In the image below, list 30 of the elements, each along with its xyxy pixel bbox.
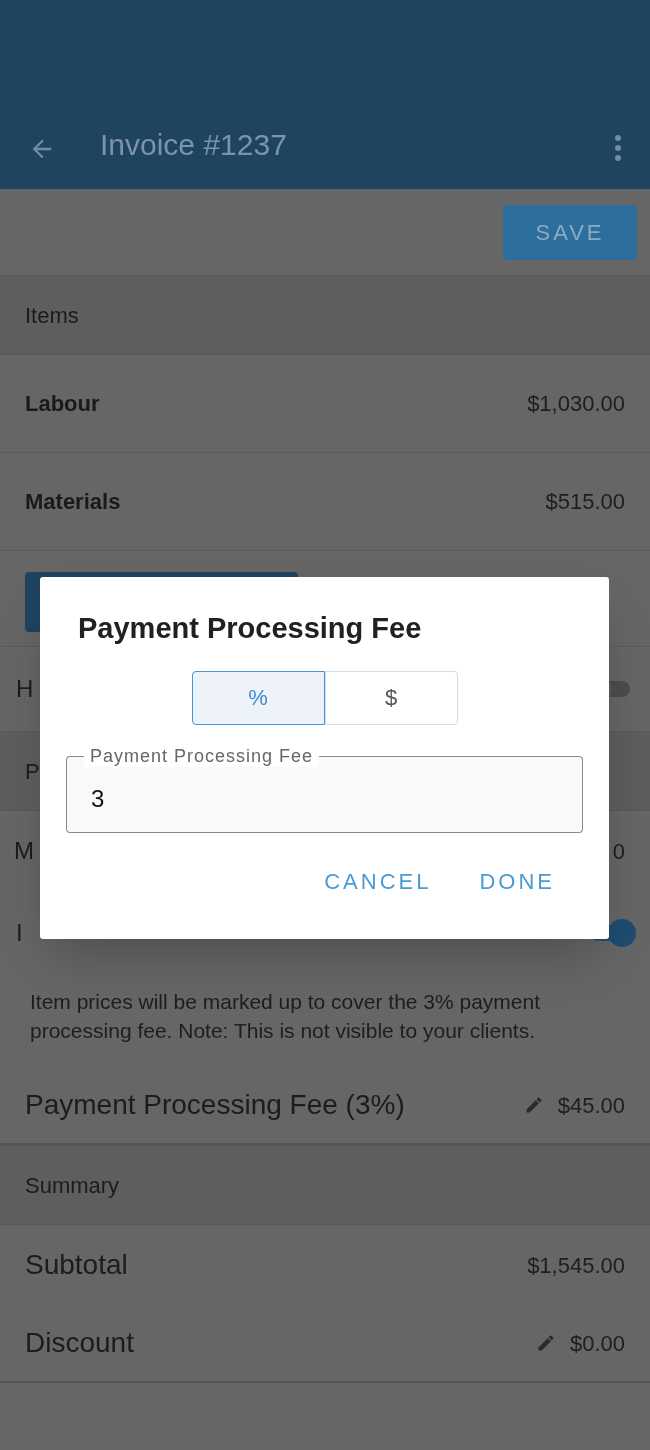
line-amount: $1,545.00: [527, 1251, 625, 1280]
item-price: $515.00: [545, 488, 625, 516]
section-title: Summary: [25, 1171, 120, 1200]
save-button[interactable]: SAVE: [503, 204, 637, 260]
field-label: Payment Processing Fee: [89, 744, 315, 767]
unit-toggle[interactable]: $: [324, 670, 458, 725]
setting-label: H: [16, 674, 34, 704]
line-amount: $45.00: [557, 1091, 625, 1120]
setting-label: I: [16, 918, 23, 948]
dialog-action[interactable]: DONE: [465, 858, 569, 904]
line-label: Discount: [25, 1326, 134, 1360]
field-value: 3: [91, 784, 105, 814]
note-text: Item prices will be marked up to cover the 3% payment processing fee. Note: This is not visible to your clients.: [30, 989, 542, 1044]
item-name: Materials: [25, 488, 121, 516]
line-amount: 0: [612, 837, 625, 866]
more-menu-icon[interactable]: [614, 135, 622, 161]
line-label: Payment Processing Fee (3%): [25, 1088, 405, 1122]
item-name: Labour: [25, 390, 100, 418]
line-amount: $0.00: [569, 1329, 625, 1358]
screen-title: Invoice #1237: [100, 127, 288, 163]
section-title: Items: [25, 301, 79, 330]
dialog-title: Payment Processing Fee: [77, 611, 423, 646]
line-label: M: [14, 836, 34, 866]
item-price: $1,030.00: [527, 390, 625, 418]
line-label: Subtotal: [24, 1248, 128, 1282]
dialog-action[interactable]: CANCEL: [310, 858, 446, 904]
fee-input-field[interactable]: Payment Processing Fee 3: [66, 744, 583, 833]
section-title: P: [25, 757, 40, 786]
unit-toggle[interactable]: %: [191, 670, 325, 725]
field-outline-corner: [66, 755, 84, 767]
